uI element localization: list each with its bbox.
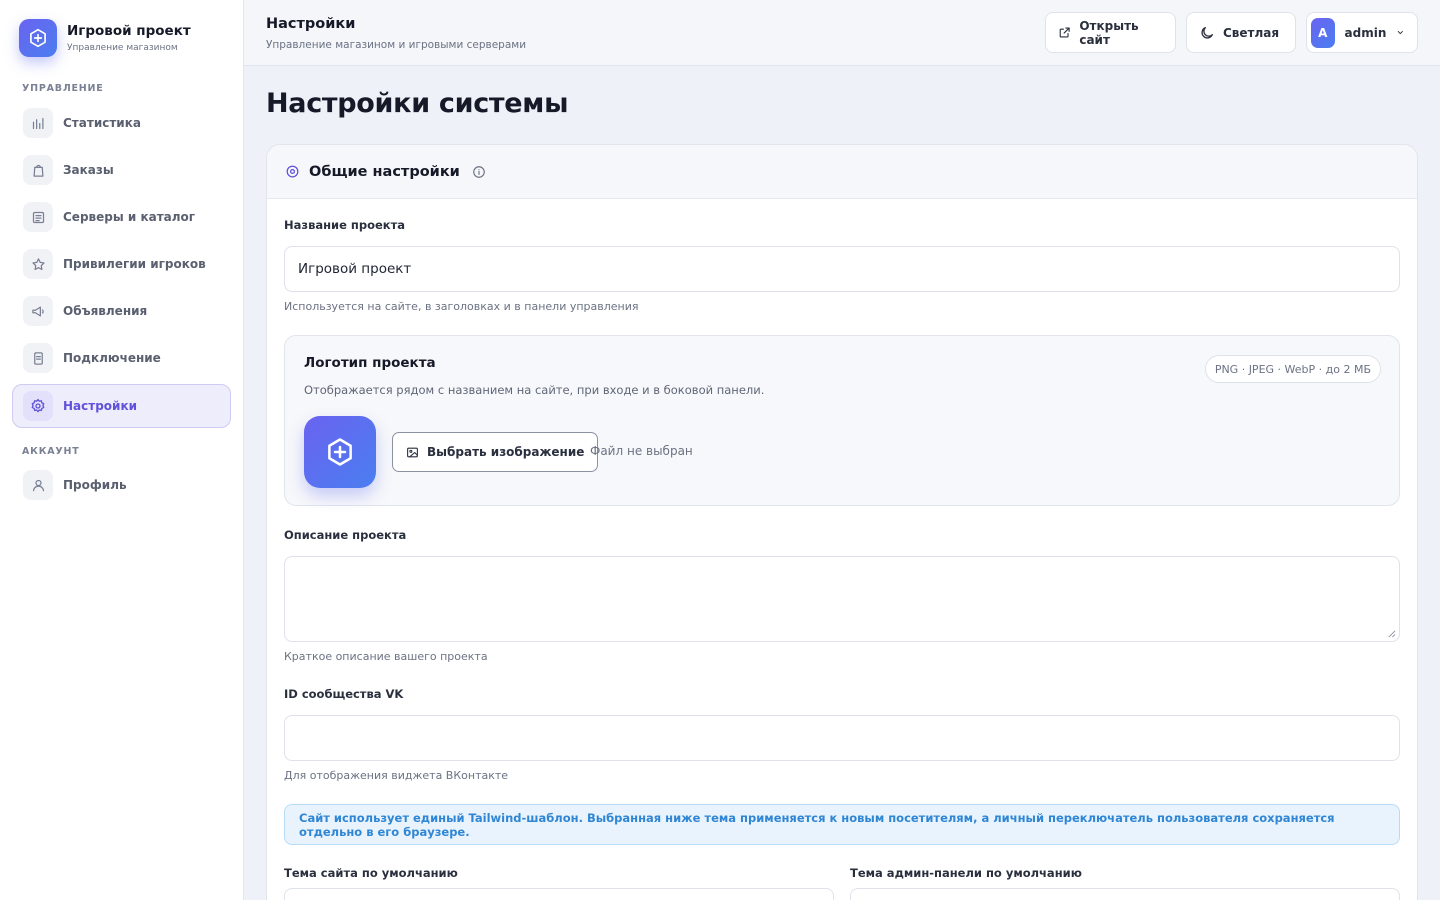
admin-theme-label: Тема админ-панели по умолчанию xyxy=(850,866,1082,880)
sidebar-item-settings[interactable]: Настройки xyxy=(12,384,231,428)
sidebar-item-label: Заказы xyxy=(63,163,114,177)
theme-toggle-button[interactable]: Светлая xyxy=(1186,12,1296,53)
card-title: Общие настройки xyxy=(309,163,460,180)
project-name-value: Игровой проект xyxy=(298,261,412,277)
brand-title: Игровой проект xyxy=(67,23,191,39)
chevron-down-icon xyxy=(1398,30,1404,35)
description-label: Описание проекта xyxy=(284,528,407,542)
username: admin xyxy=(1344,25,1387,40)
description-help: Краткое описание вашего проекта xyxy=(284,650,488,663)
vk-id-help: Для отображения виджета ВКонтакте xyxy=(284,769,509,782)
sidebar-item-label: Профиль xyxy=(63,478,127,492)
logo-description: Отображается рядом с названием на сайте,… xyxy=(304,383,765,397)
star-icon xyxy=(31,257,45,270)
user-menu-button[interactable]: A admin xyxy=(1306,12,1418,53)
logo-preview xyxy=(304,416,376,488)
open-site-label: Открыть сайт xyxy=(1079,18,1139,47)
general-settings-card: Общие настройки Название проекта Игровой… xyxy=(266,144,1418,900)
site-theme-select[interactable] xyxy=(284,888,834,900)
topbar-title: Настройки xyxy=(266,16,356,32)
sidebar-item-statistics[interactable]: Статистика xyxy=(12,101,231,145)
sidebar-item-profile[interactable]: Профиль xyxy=(12,463,231,507)
no-file-text: Файл не выбран xyxy=(590,444,693,458)
sidebar-item-connection[interactable]: Подключение xyxy=(12,336,231,380)
user-icon xyxy=(32,479,44,491)
hexagon-plus-icon xyxy=(30,28,46,48)
settings-icon xyxy=(286,165,299,178)
choose-image-button[interactable]: Выбрать изображение xyxy=(392,432,599,472)
moon-icon xyxy=(1201,26,1213,39)
description-textarea[interactable] xyxy=(284,556,1400,642)
megaphone-icon xyxy=(31,306,44,316)
card-header: Общие настройки xyxy=(267,145,1417,199)
page-title: Настройки системы xyxy=(266,88,569,119)
topbar-subtitle: Управление магазином и игровыми серверам… xyxy=(266,39,527,51)
external-link-icon xyxy=(1059,27,1070,38)
sidebar-item-label: Привилегии игроков xyxy=(63,257,206,271)
project-name-input[interactable]: Игровой проект xyxy=(284,246,1400,292)
sidebar-item-servers[interactable]: Серверы и каталог xyxy=(12,195,231,239)
sidebar-item-label: Настройки xyxy=(63,399,138,413)
sidebar-item-privileges[interactable]: Привилегии игроков xyxy=(12,242,231,286)
list-icon xyxy=(32,211,44,223)
hexagon-plus-icon xyxy=(328,438,352,466)
shopping-bag-icon xyxy=(33,164,43,177)
sidebar-item-label: Объявления xyxy=(63,304,148,318)
brand-subtitle: Управление магазином xyxy=(67,43,178,53)
sidebar-item-label: Подключение xyxy=(63,351,161,365)
open-site-button[interactable]: Открыть сайт xyxy=(1045,12,1176,53)
resize-handle-icon[interactable] xyxy=(1387,629,1396,638)
sidebar-item-label: Серверы и каталог xyxy=(63,210,196,224)
project-name-help: Используется на сайте, в заголовках и в … xyxy=(284,300,639,313)
choose-image-label: Выбрать изображение xyxy=(427,445,585,459)
vk-id-input[interactable] xyxy=(284,715,1400,761)
format-badge: PNG · JPEG · WebP · до 2 МБ xyxy=(1204,355,1381,383)
theme-info-alert: Сайт использует единый Tailwind-шаблон. … xyxy=(284,804,1400,845)
vk-id-label: ID сообщества VK xyxy=(284,687,404,701)
logo-upload-box: Логотип проекта Отображается рядом с наз… xyxy=(284,335,1400,506)
logo-title: Логотип проекта xyxy=(304,355,436,371)
admin-theme-select[interactable] xyxy=(850,888,1400,900)
info-icon[interactable] xyxy=(472,165,486,179)
section-label-account: АККАУНТ xyxy=(22,446,80,457)
sidebar-item-orders[interactable]: Заказы xyxy=(12,148,231,192)
brand[interactable]: Игровой проект Управление магазином xyxy=(19,19,191,57)
gear-icon xyxy=(31,398,45,413)
avatar: A xyxy=(1311,17,1335,48)
sidebar-item-label: Статистика xyxy=(63,116,141,130)
section-label-manage: УПРАВЛЕНИЕ xyxy=(22,83,104,94)
topbar: Настройки Управление магазином и игровым… xyxy=(244,0,1440,66)
sidebar: Игровой проект Управление магазином УПРА… xyxy=(0,0,244,900)
site-theme-label: Тема сайта по умолчанию xyxy=(284,866,458,880)
sidebar-item-announcements[interactable]: Объявления xyxy=(12,289,231,333)
image-icon xyxy=(407,447,418,457)
theme-label: Светлая xyxy=(1223,25,1280,40)
bar-chart-icon xyxy=(32,117,43,129)
project-name-label: Название проекта xyxy=(284,218,406,232)
brand-logo xyxy=(19,19,57,57)
document-icon xyxy=(33,351,43,365)
